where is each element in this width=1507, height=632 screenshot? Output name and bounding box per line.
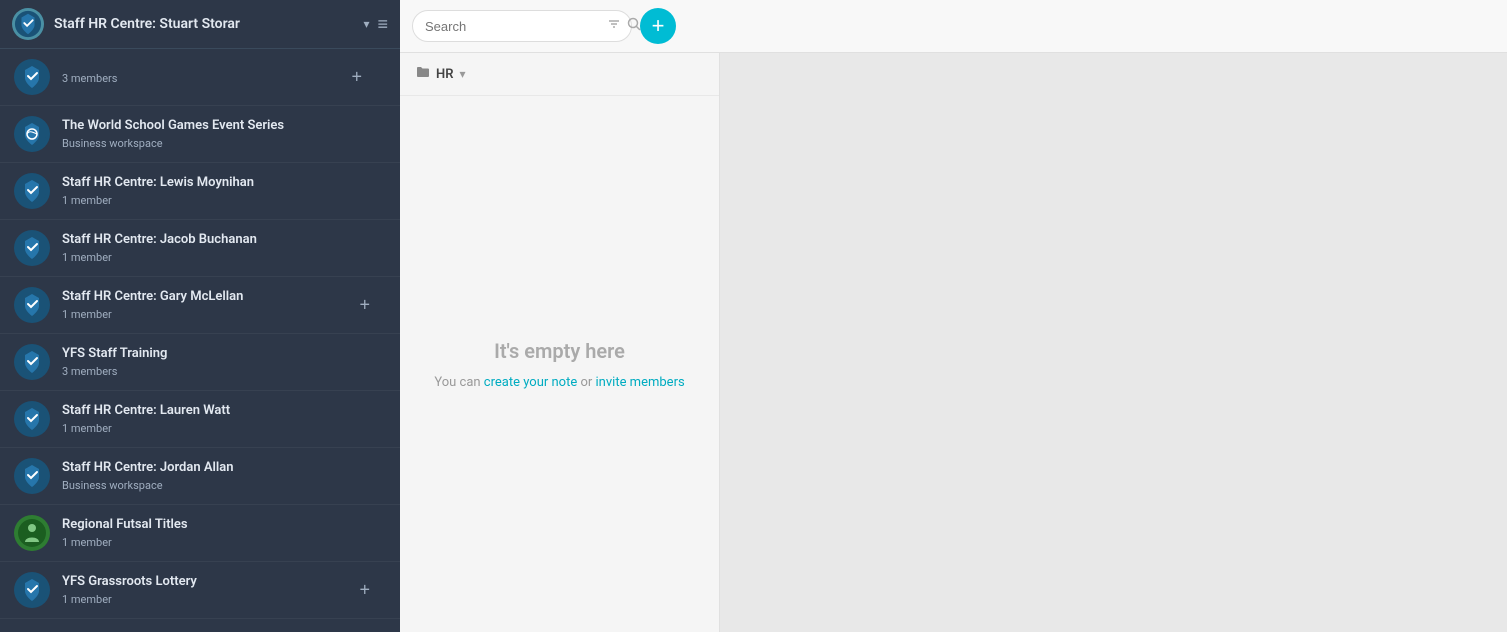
workspace-info: Staff HR Centre: Lewis Moynihan 1 member [62, 175, 386, 207]
search-box [412, 10, 632, 42]
menu-icon[interactable]: ≡ [377, 14, 388, 35]
folder-name: HR [436, 67, 453, 82]
avatar [14, 230, 50, 266]
add-note-button[interactable]: + [640, 8, 676, 44]
sidebar: Staff HR Centre: Stuart Storar ▾ ≡ 3 mem… [0, 0, 400, 632]
workspace-member-count: 3 members [62, 365, 386, 378]
panel: HR ▾ It's empty here You can create your… [400, 53, 1507, 632]
workspace-name: Staff HR Centre: Lauren Watt [62, 403, 386, 420]
avatar [14, 401, 50, 437]
list-item[interactable]: Staff HR Centre: Lewis Moynihan 1 member [0, 163, 400, 220]
list-item[interactable]: 3 members + [0, 49, 400, 106]
workspace-name: Staff HR Centre: Jacob Buchanan [62, 232, 386, 249]
main-content: + HR ▾ It's empty here You can create yo… [400, 0, 1507, 632]
add-workspace-button[interactable]: + [343, 63, 370, 92]
avatar [14, 173, 50, 209]
create-note-link[interactable]: create your note [484, 375, 577, 390]
workspace-name: The World School Games Event Series [62, 118, 386, 135]
add-section-button[interactable]: + [359, 295, 370, 316]
list-item[interactable]: Staff HR Centre: Jordan Allan Business w… [0, 448, 400, 505]
search-input[interactable] [425, 19, 601, 34]
left-panel: HR ▾ It's empty here You can create your… [400, 53, 720, 632]
workspace-member-count: 1 member [62, 194, 386, 207]
workspace-member-count: 3 members [62, 72, 386, 85]
workspace-member-count: 1 member [62, 536, 386, 549]
workspace-info: Staff HR Centre: Gary McLellan 1 member [62, 289, 386, 321]
list-item[interactable]: Staff HR Centre: Gary McLellan 1 member … [0, 277, 400, 334]
list-item[interactable]: YFS Staff Training 3 members [0, 334, 400, 391]
workspace-member-count: 1 member [62, 593, 386, 606]
workspace-name: Staff HR Centre: Lewis Moynihan [62, 175, 386, 192]
workspace-list: 3 members + The World School Games Event… [0, 49, 400, 632]
search-icon[interactable] [627, 17, 641, 35]
workspace-name: YFS Staff Training [62, 346, 386, 363]
workspace-name: Staff HR Centre: Jordan Allan [62, 460, 386, 477]
add-section-bottom-button[interactable]: + [359, 580, 370, 601]
list-item[interactable]: Staff HR Centre: Jacob Buchanan 1 member [0, 220, 400, 277]
folder-icon [416, 65, 430, 83]
avatar [12, 8, 44, 40]
right-panel [720, 53, 1507, 632]
workspace-member-count: 1 member [62, 251, 386, 264]
empty-state-title: It's empty here [494, 339, 625, 363]
workspace-name: Staff HR Centre: Gary McLellan [62, 289, 386, 306]
workspace-name: Regional Futsal Titles [62, 517, 386, 534]
avatar [14, 458, 50, 494]
folder-header[interactable]: HR ▾ [400, 53, 719, 96]
workspace-info: The World School Games Event Series Busi… [62, 118, 386, 150]
filter-icon[interactable] [607, 17, 621, 35]
workspace-info: Regional Futsal Titles 1 member [62, 517, 386, 549]
avatar [14, 572, 50, 608]
list-item[interactable]: The World School Games Event Series Busi… [0, 106, 400, 163]
chevron-down-icon: ▾ [363, 17, 369, 31]
empty-state: It's empty here You can create your note… [400, 96, 719, 632]
list-item[interactable]: Regional Futsal Titles 1 member [0, 505, 400, 562]
workspace-info: YFS Staff Training 3 members [62, 346, 386, 378]
workspace-info: 3 members [62, 70, 386, 85]
avatar [14, 344, 50, 380]
avatar [14, 515, 50, 551]
workspace-name: YFS Grassroots Lottery [62, 574, 386, 591]
workspace-info: Staff HR Centre: Lauren Watt 1 member [62, 403, 386, 435]
workspace-type: Business workspace [62, 137, 386, 150]
avatar [14, 287, 50, 323]
empty-state-description: You can create your note or invite membe… [434, 375, 684, 390]
list-item[interactable]: Staff HR Centre: Lauren Watt 1 member [0, 391, 400, 448]
invite-members-link[interactable]: invite members [596, 375, 685, 390]
avatar [14, 116, 50, 152]
workspace-type: Business workspace [62, 479, 386, 492]
sidebar-header-title: Staff HR Centre: Stuart Storar [54, 16, 359, 32]
workspace-member-count: 1 member [62, 308, 386, 321]
workspace-info: Staff HR Centre: Jordan Allan Business w… [62, 460, 386, 492]
chevron-down-icon: ▾ [459, 67, 465, 81]
empty-desc-prefix: You can [434, 375, 483, 390]
workspace-member-count: 1 member [62, 422, 386, 435]
avatar [14, 59, 50, 95]
empty-desc-middle: or [577, 375, 595, 390]
list-item[interactable]: YFS Grassroots Lottery 1 member + [0, 562, 400, 619]
workspace-info: Staff HR Centre: Jacob Buchanan 1 member [62, 232, 386, 264]
sidebar-header[interactable]: Staff HR Centre: Stuart Storar ▾ ≡ [0, 0, 400, 49]
top-bar: + [400, 0, 1507, 53]
workspace-info: YFS Grassroots Lottery 1 member [62, 574, 386, 606]
